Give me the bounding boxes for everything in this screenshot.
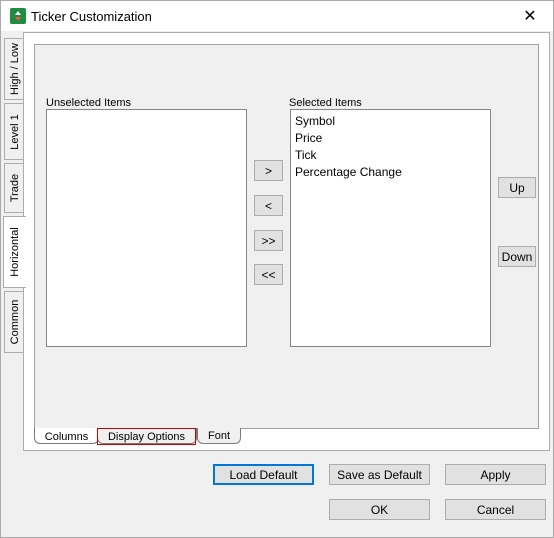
window-title: Ticker Customization	[31, 9, 152, 24]
ok-button[interactable]: OK	[329, 499, 430, 520]
unselected-items-list[interactable]	[46, 109, 247, 347]
tab-high-low[interactable]: High / Low	[4, 38, 25, 100]
close-icon: ✕	[523, 8, 537, 25]
tab-display-options[interactable]: Display Options	[97, 428, 196, 445]
up-button[interactable]: Up	[498, 177, 536, 198]
tab-horizontal[interactable]: Horizontal	[3, 216, 26, 288]
tab-label: High / Low	[9, 43, 21, 95]
tab-trade[interactable]: Trade	[4, 163, 25, 213]
tab-label: Level 1	[9, 113, 21, 150]
list-item[interactable]: Price	[291, 130, 490, 147]
tab-label: Horizontal	[9, 227, 21, 277]
tab-columns[interactable]: Columns	[34, 430, 99, 444]
unselected-items-label: Unselected Items	[46, 97, 131, 109]
down-button[interactable]: Down	[498, 246, 536, 267]
move-all-right-button[interactable]: >>	[254, 230, 283, 251]
selected-items-list[interactable]: Symbol Price Tick Percentage Change	[290, 109, 491, 347]
title-bar: Ticker Customization ✕	[1, 1, 553, 31]
tab-level-1[interactable]: Level 1	[4, 103, 25, 160]
move-right-button[interactable]: >	[254, 160, 283, 181]
save-as-default-button[interactable]: Save as Default	[329, 464, 430, 485]
cancel-button[interactable]: Cancel	[445, 499, 546, 520]
selected-items-label: Selected Items	[289, 97, 362, 109]
list-item[interactable]: Percentage Change	[291, 164, 490, 181]
tab-font[interactable]: Font	[197, 429, 241, 443]
apply-button[interactable]: Apply	[445, 464, 546, 485]
tab-common[interactable]: Common	[4, 291, 25, 353]
list-item[interactable]: Symbol	[291, 113, 490, 130]
tab-label: Common	[9, 299, 21, 345]
load-default-button[interactable]: Load Default	[213, 464, 314, 485]
list-item[interactable]: Tick	[291, 147, 490, 164]
move-left-button[interactable]: <	[254, 195, 283, 216]
tab-label: Trade	[9, 173, 21, 203]
close-button[interactable]: ✕	[507, 1, 553, 31]
app-icon	[10, 8, 26, 24]
move-all-left-button[interactable]: <<	[254, 264, 283, 285]
dialog-window: Ticker Customization ✕ High / Low Level …	[0, 0, 554, 538]
